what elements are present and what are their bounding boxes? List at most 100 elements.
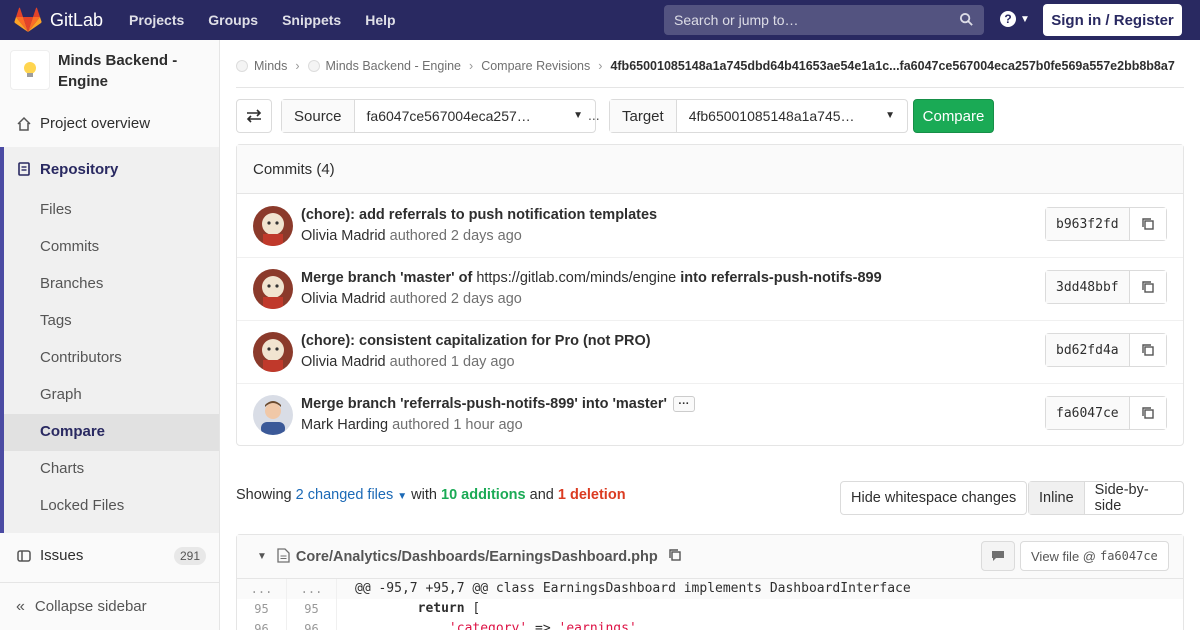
nav-snippets[interactable]: Snippets <box>282 12 341 28</box>
commit-meta: Mark Harding authored 1 hour ago <box>301 417 523 433</box>
commit-title[interactable]: Merge branch 'referrals-push-notifs-899'… <box>301 396 695 413</box>
commit-author[interactable]: Mark Harding <box>301 417 388 433</box>
sidebar-item-repository[interactable]: Repository <box>4 147 118 191</box>
avatar[interactable] <box>253 206 293 246</box>
commit-title-link[interactable]: https://gitlab.com/minds/engine <box>476 270 676 286</box>
sidebar-subitem-tags[interactable]: Tags <box>40 302 72 339</box>
compare-button[interactable]: Compare <box>913 99 994 133</box>
old-line-number[interactable]: ... <box>237 579 287 599</box>
commit-row: Merge branch 'referrals-push-notifs-899'… <box>237 384 1183 447</box>
hide-whitespace-button[interactable]: Hide whitespace changes <box>840 481 1028 515</box>
compare-form: Source fa6047ce567004eca257… ▼ ... Targe… <box>236 99 1184 133</box>
code-operator: => <box>527 621 559 630</box>
sidebar-subitem-commits[interactable]: Commits <box>40 228 99 265</box>
commit-meta: Olivia Madrid authored 2 days ago <box>301 291 522 307</box>
commit-author[interactable]: Olivia Madrid <box>301 354 386 370</box>
diff-summary: Showing 2 changed files ▼ with 10 additi… <box>236 487 626 503</box>
sidebar-item-label: Project overview <box>40 115 151 132</box>
compare-separator: ... <box>588 107 600 123</box>
sidebar-subitem-compare[interactable]: Compare <box>40 413 105 450</box>
sidebar-subitem-locked-files[interactable]: Locked Files <box>40 487 124 524</box>
sidebar-item-issues[interactable]: Issues 291 <box>0 537 219 574</box>
nav-links: Projects Groups Snippets Help <box>129 12 420 28</box>
nav-help[interactable]: Help <box>365 12 395 28</box>
commit-author[interactable]: Olivia Madrid <box>301 291 386 307</box>
signin-button[interactable]: Sign in / Register <box>1043 4 1182 36</box>
commit-title-post: into referrals-push-notifs-899 <box>680 270 882 286</box>
new-line-number[interactable]: 96 <box>287 619 337 630</box>
chevron-down-icon: ▼ <box>1020 13 1030 25</box>
new-line-number[interactable]: ... <box>287 579 337 599</box>
target-label: Target <box>610 100 677 132</box>
commit-sha-group: fa6047ce <box>1045 396 1167 430</box>
copy-sha-button[interactable] <box>1129 397 1166 429</box>
chevron-down-icon: ▼ <box>573 110 583 121</box>
diff-file: ▼ Core/Analytics/Dashboards/EarningsDash… <box>236 534 1184 630</box>
issues-icon <box>16 548 32 564</box>
commit-sha[interactable]: fa6047ce <box>1046 397 1130 429</box>
breadcrumb-project[interactable]: Minds Backend - Engine <box>326 59 462 73</box>
commit-title[interactable]: (chore): add referrals to push notificat… <box>301 207 657 223</box>
side-by-side-button[interactable]: Side-by-side <box>1085 482 1183 514</box>
avatar[interactable] <box>253 395 293 435</box>
new-line-number[interactable]: 95 <box>287 599 337 619</box>
inline-view-button[interactable]: Inline <box>1029 482 1085 514</box>
target-dropdown[interactable]: 4fb65001085148a1a745… ▼ <box>677 100 907 132</box>
copy-sha-button[interactable] <box>1129 334 1166 366</box>
source-dropdown[interactable]: fa6047ce567004eca257… ▼ <box>355 100 595 132</box>
sidebar-item-overview[interactable]: Project overview <box>0 105 219 142</box>
avatar[interactable] <box>253 269 293 309</box>
double-chevron-left-icon: « <box>16 597 25 615</box>
changed-files-dropdown[interactable]: 2 changed files ▼ <box>296 487 407 503</box>
expand-description-button[interactable]: ··· <box>672 396 695 413</box>
nav-groups[interactable]: Groups <box>208 12 258 28</box>
swap-revisions-button[interactable] <box>236 99 272 133</box>
help-dropdown[interactable]: ? ▼ <box>1000 11 1030 27</box>
commit-time: 1 day ago <box>450 354 515 370</box>
sidebar-subitem-graph[interactable]: Graph <box>40 376 82 413</box>
sidebar-subitem-files[interactable]: Files <box>40 191 72 228</box>
sidebar-subitem-contributors[interactable]: Contributors <box>40 339 122 376</box>
collapse-sidebar-button[interactable]: « Collapse sidebar <box>0 582 219 630</box>
commit-title[interactable]: Merge branch 'master' of https://gitlab.… <box>301 270 882 286</box>
target-selector[interactable]: Target 4fb65001085148a1a745… ▼ <box>609 99 908 133</box>
copy-icon <box>1141 344 1154 356</box>
old-line-number[interactable]: 95 <box>237 599 287 619</box>
toggle-comments-button[interactable] <box>981 541 1015 571</box>
chevron-right-icon: › <box>598 58 603 73</box>
file-path[interactable]: Core/Analytics/Dashboards/EarningsDashbo… <box>296 549 658 565</box>
copy-icon <box>1141 218 1154 230</box>
source-selector[interactable]: Source fa6047ce567004eca257… ▼ <box>281 99 596 133</box>
old-line-number[interactable]: 96 <box>237 619 287 630</box>
copy-sha-button[interactable] <box>1129 208 1166 240</box>
source-value: fa6047ce567004eca257… <box>366 108 531 124</box>
commit-sha-group: 3dd48bbf <box>1045 270 1167 304</box>
commit-author[interactable]: Olivia Madrid <box>301 228 386 244</box>
issues-count-badge: 291 <box>174 546 207 565</box>
view-file-button[interactable]: View file @ fa6047ce <box>1020 541 1169 571</box>
sidebar-subitem-branches[interactable]: Branches <box>40 265 103 302</box>
commit-row: (chore): add referrals to push notificat… <box>237 195 1183 258</box>
view-file-label: View file @ <box>1031 548 1096 564</box>
commit-sha[interactable]: bd62fd4a <box>1046 334 1130 366</box>
commits-header: Commits (4) <box>237 145 1183 194</box>
commit-sha[interactable]: 3dd48bbf <box>1046 271 1130 303</box>
swap-icon <box>246 109 262 123</box>
avatar[interactable] <box>253 332 293 372</box>
nav-projects[interactable]: Projects <box>129 12 184 28</box>
tanuki-icon <box>14 7 42 32</box>
breadcrumb-compare[interactable]: Compare Revisions <box>481 59 590 73</box>
commit-sha[interactable]: b963f2fd <box>1046 208 1130 240</box>
breadcrumb-minds[interactable]: Minds <box>254 59 287 73</box>
commit-time: 2 days ago <box>450 228 522 244</box>
commit-title[interactable]: (chore): consistent capitalization for P… <box>301 333 651 349</box>
sidebar-subitem-charts[interactable]: Charts <box>40 450 84 487</box>
collapse-file-toggle[interactable]: ▼ <box>257 551 267 562</box>
copy-sha-button[interactable] <box>1129 271 1166 303</box>
gitlab-logo[interactable]: GitLab <box>14 0 103 40</box>
project-icon <box>307 59 320 72</box>
copy-path-button[interactable] <box>668 548 682 565</box>
deletions-count: 1 deletion <box>557 487 626 503</box>
code-keyword: return <box>417 601 465 616</box>
search-input[interactable]: Search or jump to… <box>664 5 984 35</box>
